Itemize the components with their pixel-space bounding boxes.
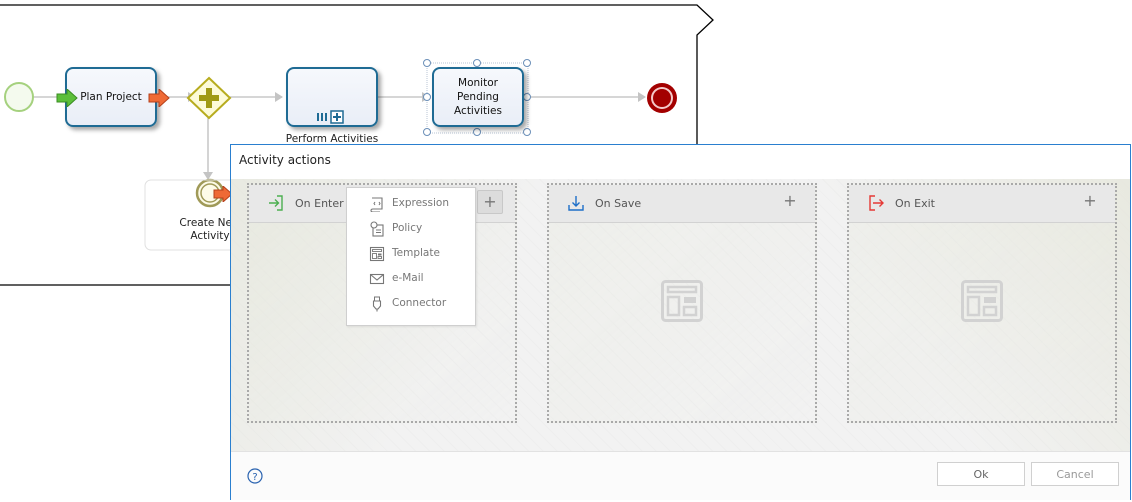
menu-item-label: Connector — [392, 297, 447, 309]
panel-label: On Save — [595, 197, 642, 210]
end-event-icon[interactable] — [647, 83, 677, 113]
menu-item-connector[interactable]: Connector — [347, 292, 473, 317]
menu-item-label: Expression — [392, 197, 449, 209]
menu-item-label: Template — [392, 247, 440, 259]
expression-scroll-icon — [370, 197, 383, 212]
cancel-button[interactable]: Cancel — [1031, 462, 1119, 486]
start-event-icon[interactable] — [4, 82, 34, 112]
add-action-button[interactable]: + — [477, 190, 503, 214]
menu-item-email[interactable]: e-Mail — [347, 267, 473, 292]
panel-header: On Save + — [549, 185, 815, 223]
menu-item-label: e-Mail — [392, 272, 424, 284]
email-icon — [369, 273, 385, 285]
panel-label: On Exit — [895, 197, 935, 210]
task-label-line: Activities — [454, 105, 502, 117]
menu-item-template[interactable]: Template — [347, 242, 473, 267]
dialog-title: Activity actions — [239, 153, 331, 167]
task-label-line: Pending — [457, 91, 499, 103]
template-icon — [369, 246, 385, 262]
multi-instance-subprocess-icon — [317, 110, 344, 124]
task-label: Plan Project — [80, 91, 142, 103]
help-icon[interactable]: ? — [247, 468, 263, 484]
ok-button[interactable]: Ok — [937, 462, 1025, 486]
panel-header: On Exit + — [849, 185, 1115, 223]
parallel-gateway-icon[interactable] — [186, 76, 232, 120]
svg-text:?: ? — [252, 472, 257, 483]
save-download-icon — [568, 196, 584, 211]
connector-plug-icon — [372, 296, 382, 312]
task-label-line: Monitor — [458, 77, 498, 89]
enter-icon — [269, 195, 283, 211]
exit-icon — [869, 195, 884, 211]
empty-template-icon — [661, 280, 703, 322]
input-arrow-icon — [56, 89, 78, 107]
menu-item-label: Policy — [392, 222, 423, 234]
menu-item-policy[interactable]: Policy — [347, 217, 473, 242]
empty-template-icon — [961, 280, 1003, 322]
panel-label: On Enter — [295, 197, 344, 210]
panel-on-exit: On Exit + — [847, 183, 1117, 423]
add-action-button[interactable]: + — [1077, 190, 1103, 214]
policy-icon — [370, 221, 384, 237]
output-arrow-icon — [148, 89, 170, 107]
add-action-button[interactable]: + — [777, 190, 803, 214]
task-monitor-pending-activities[interactable]: Monitor Pending Activities — [432, 67, 524, 127]
panel-on-save: On Save + — [547, 183, 817, 423]
add-action-menu: Expression Policy Template e-Mail Connec… — [346, 187, 476, 326]
menu-item-expression[interactable]: Expression — [347, 192, 473, 217]
